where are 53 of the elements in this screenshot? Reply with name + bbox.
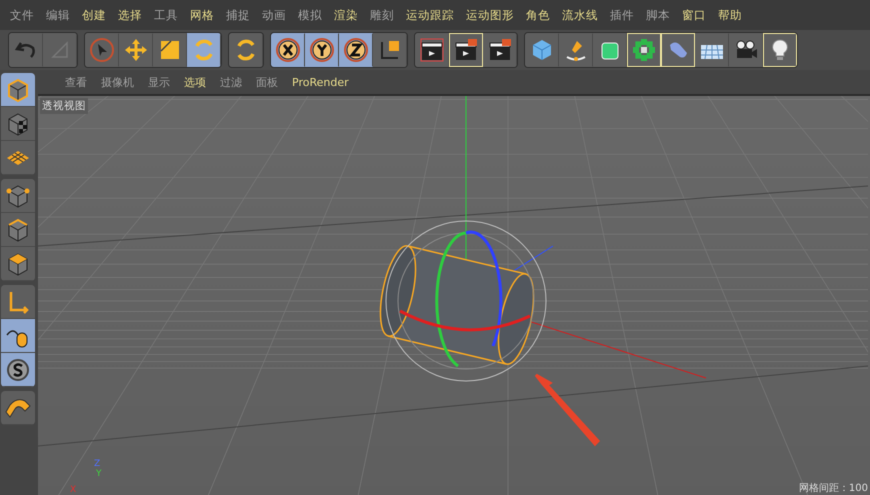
menu-item[interactable]: 选择: [112, 8, 148, 22]
axis-letter-icon: [309, 37, 335, 63]
toolbar-button[interactable]: [271, 33, 305, 67]
mode-button[interactable]: [1, 285, 35, 319]
axis-letter-icon: [275, 37, 301, 63]
menu-item[interactable]: 插件: [604, 8, 640, 22]
mode-button[interactable]: [1, 353, 35, 387]
clapperboard-icon: [487, 37, 513, 63]
flower-cubes-icon: [631, 37, 657, 63]
model-cube-icon: [5, 76, 31, 102]
menu-item[interactable]: 文件: [4, 8, 40, 22]
menu-item[interactable]: 模拟: [292, 8, 328, 22]
viewport-menu-item[interactable]: 过滤: [213, 74, 249, 90]
viewport-menu-item[interactable]: 显示: [141, 74, 177, 90]
viewport-menu-item[interactable]: 摄像机: [94, 74, 141, 90]
menu-item[interactable]: 编辑: [40, 8, 76, 22]
viewport-title: 透视视图: [40, 98, 88, 114]
menu-item[interactable]: 帮助: [712, 8, 748, 22]
menu-item[interactable]: 捕捉: [220, 8, 256, 22]
grid-spacing-label: 网格间距：100: [798, 482, 868, 495]
viewport-menu-item[interactable]: 查看: [58, 74, 94, 90]
menu-item[interactable]: 运动图形: [460, 8, 520, 22]
toolbar-button[interactable]: [305, 33, 339, 67]
menu-item[interactable]: 窗口: [676, 8, 712, 22]
menu-item[interactable]: 渲染: [328, 8, 364, 22]
move-arrows-icon: [123, 37, 149, 63]
menu-item[interactable]: 脚本: [640, 8, 676, 22]
menu-item[interactable]: 工具: [148, 8, 184, 22]
axis-label: X: [70, 485, 76, 495]
viewport-menu-item[interactable]: 选项: [177, 74, 213, 90]
snap-icon: [5, 356, 31, 382]
points-cube-icon: [5, 182, 31, 208]
mode-button[interactable]: [1, 73, 35, 107]
axis-letter-icon: [343, 37, 369, 63]
menu-item[interactable]: 流水线: [556, 8, 604, 22]
viewport-menu-item[interactable]: ProRender: [285, 76, 356, 88]
menu-item[interactable]: 创建: [76, 8, 112, 22]
clapperboard-icon: [419, 37, 445, 63]
select-icon: [89, 37, 115, 63]
3d-viewport[interactable]: 透视视图 Z Y X 网格间距：100: [38, 96, 870, 495]
viewport-menu-item[interactable]: 面板: [249, 74, 285, 90]
axis-label: Y: [96, 469, 102, 479]
menu-item[interactable]: 雕刻: [364, 8, 400, 22]
clapperboard-icon: [453, 37, 479, 63]
axis-label: Z: [94, 459, 100, 469]
mode-button[interactable]: [1, 179, 35, 213]
menu-item[interactable]: 角色: [520, 8, 556, 22]
mode-button[interactable]: [1, 319, 35, 353]
menu-item[interactable]: 运动跟踪: [400, 8, 460, 22]
toolbar-button[interactable]: [415, 33, 449, 67]
toolbar-button[interactable]: [339, 33, 373, 67]
menu-item[interactable]: 网格: [184, 8, 220, 22]
menu-item[interactable]: 动画: [256, 8, 292, 22]
